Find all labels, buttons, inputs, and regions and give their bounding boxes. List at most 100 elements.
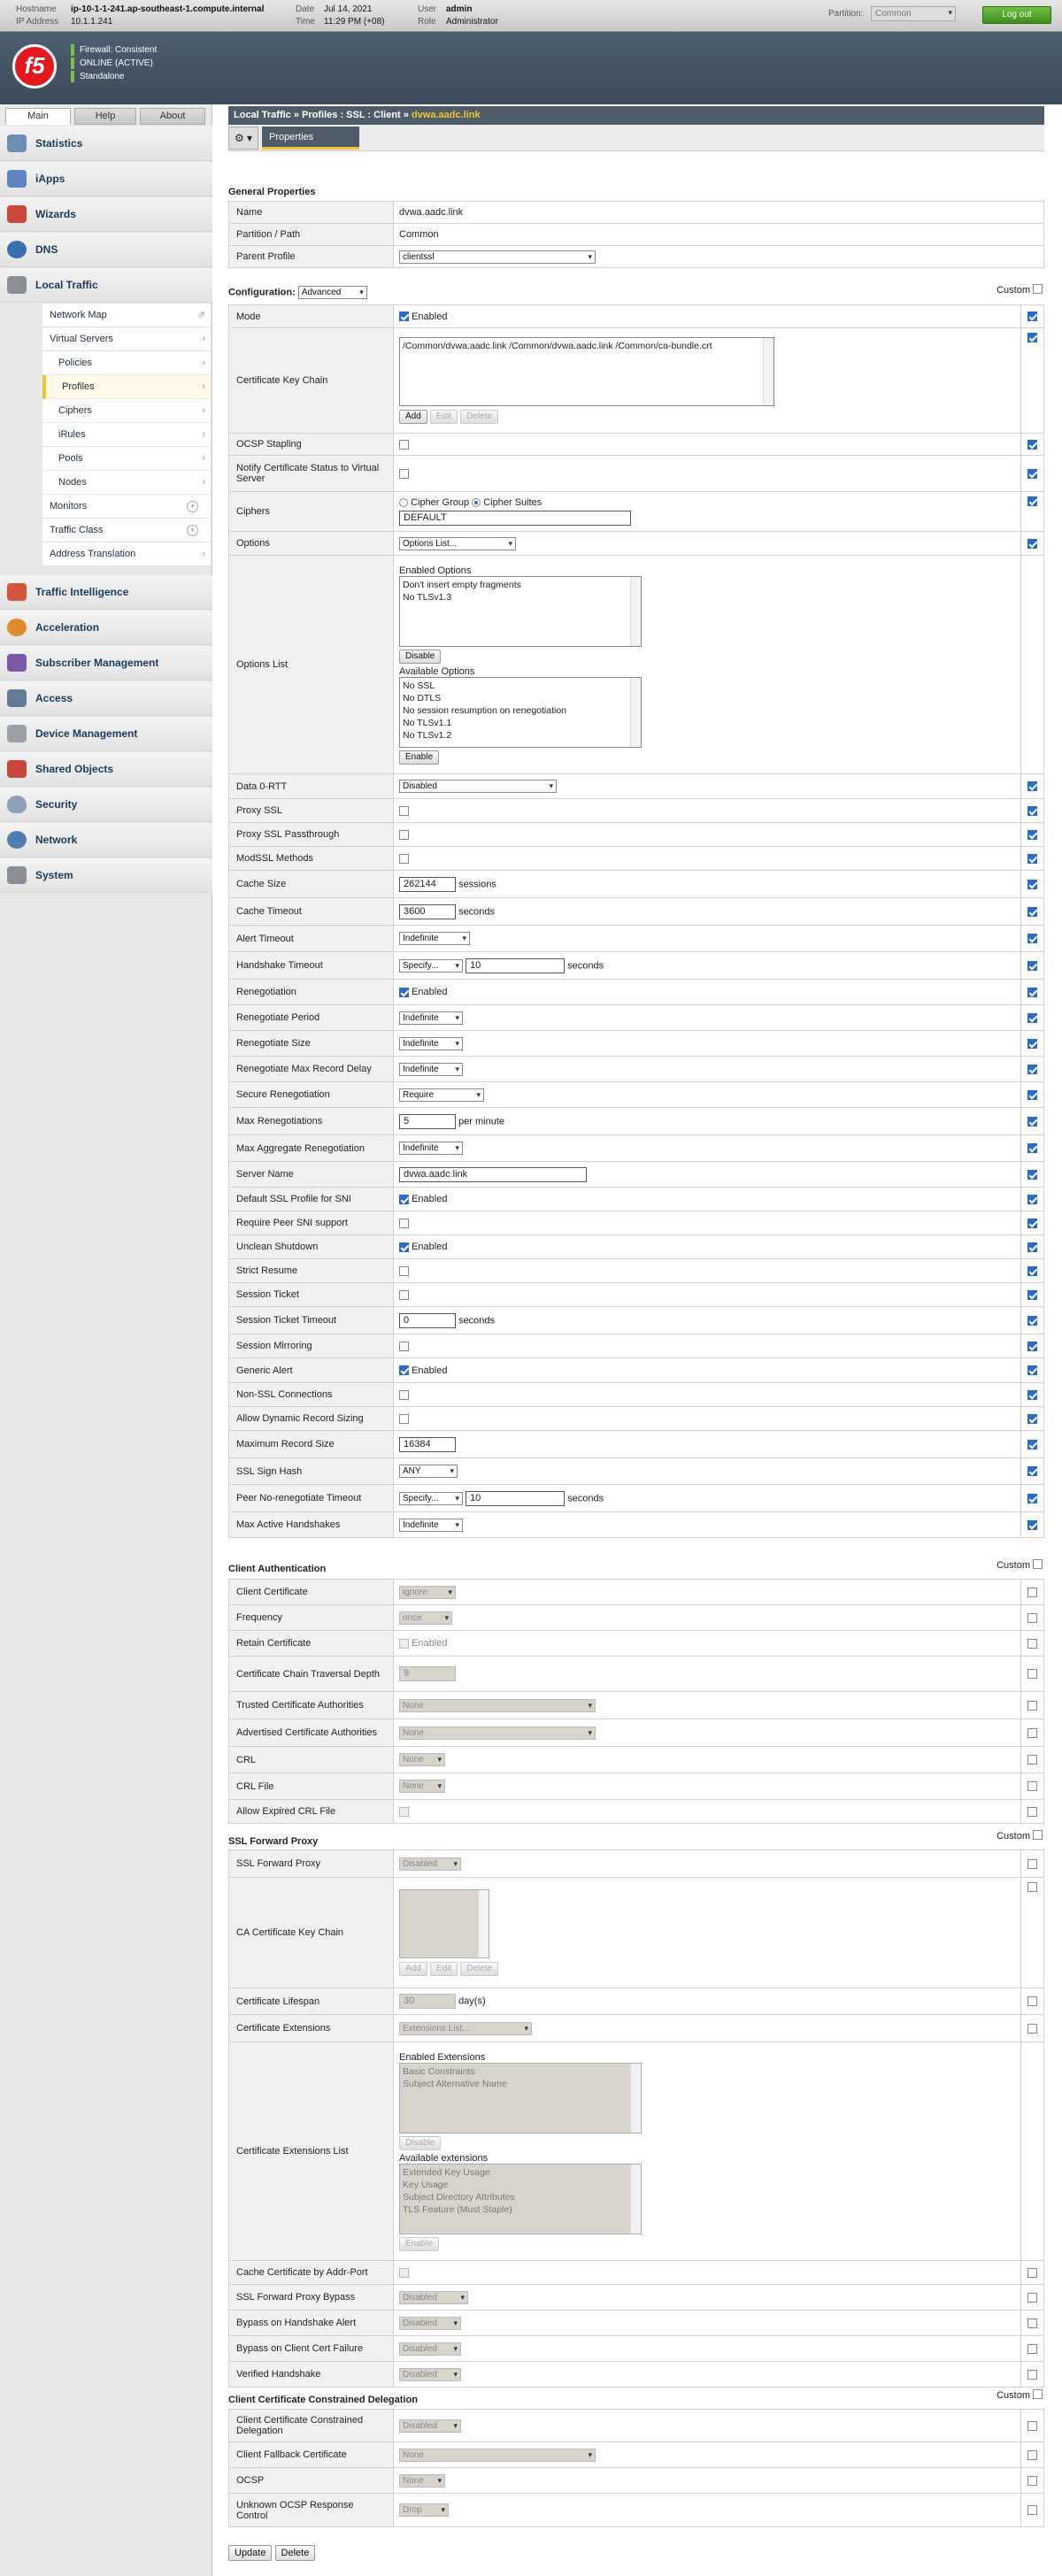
nav-network-map[interactable]: Network Map ⇗ bbox=[42, 304, 211, 327]
crl-file-select[interactable]: None bbox=[399, 1780, 445, 1793]
bypass-alert-custom-checkbox[interactable] bbox=[1027, 2318, 1037, 2328]
logout-button[interactable]: Log out bbox=[982, 6, 1051, 24]
enabled-option-item[interactable]: No TLSv1.3 bbox=[403, 591, 638, 604]
ssl-sign-hash-select[interactable]: ANY bbox=[399, 1465, 458, 1478]
unknown-ocsp-select[interactable]: Drop bbox=[399, 2503, 449, 2517]
nav-traffic-intelligence[interactable]: Traffic Intelligence bbox=[0, 575, 212, 610]
strict-resume-checkbox[interactable] bbox=[399, 1265, 409, 1276]
ocsp-select[interactable]: None bbox=[399, 2473, 445, 2488]
scrollbar[interactable] bbox=[630, 576, 641, 646]
peer-no-renegotiate-custom-checkbox[interactable] bbox=[1027, 1493, 1037, 1503]
nav-monitors[interactable]: Monitors + bbox=[42, 495, 211, 519]
renegotiate-period-select[interactable]: Indefinite bbox=[399, 1011, 463, 1025]
nav-traffic-class[interactable]: Traffic Class + bbox=[42, 519, 211, 542]
mode-custom-checkbox[interactable] bbox=[1027, 311, 1037, 322]
nav-shared-objects[interactable]: Shared Objects bbox=[0, 752, 212, 787]
cache-by-addr-port-checkbox[interactable] bbox=[399, 2267, 409, 2278]
available-extension-item[interactable]: Subject Directory Attributes bbox=[403, 2191, 638, 2203]
unknown-ocsp-custom-checkbox[interactable] bbox=[1027, 2505, 1037, 2516]
available-options-list[interactable]: No SSL No DTLS No session resumption on … bbox=[399, 676, 642, 748]
alert-timeout-select[interactable]: Indefinite bbox=[399, 932, 470, 945]
ca-add-button[interactable]: Add bbox=[399, 1962, 427, 1976]
nav-dns[interactable]: DNS bbox=[0, 233, 212, 267]
handshake-timeout-custom-checkbox[interactable] bbox=[1027, 960, 1037, 971]
renegotiate-period-custom-checkbox[interactable] bbox=[1027, 1012, 1037, 1023]
lifespan-custom-checkbox[interactable] bbox=[1027, 1996, 1037, 2007]
enabled-options-list[interactable]: Don't insert empty fragments No TLSv1.3 bbox=[399, 575, 642, 647]
alert-timeout-custom-checkbox[interactable] bbox=[1027, 934, 1037, 944]
session-ticket-timeout-input[interactable]: 0 bbox=[399, 1312, 456, 1328]
cache-timeout-custom-checkbox[interactable] bbox=[1027, 906, 1037, 917]
max-record-custom-checkbox[interactable] bbox=[1027, 1439, 1037, 1449]
nav-device-management[interactable]: Device Management bbox=[0, 717, 212, 751]
ckc-custom-checkbox[interactable] bbox=[1027, 332, 1037, 342]
scrollbar[interactable] bbox=[630, 2164, 641, 2234]
enabled-extensions-list[interactable]: Basic Constraints Subject Alternative Na… bbox=[399, 2062, 642, 2134]
gear-icon[interactable]: ⚙ ▾ bbox=[228, 127, 258, 150]
retain-certificate-checkbox[interactable] bbox=[399, 1638, 409, 1649]
configuration-mode-select[interactable]: Advanced bbox=[297, 286, 367, 299]
peer-no-renegotiate-select[interactable]: Specify... bbox=[399, 1491, 463, 1505]
unclean-shutdown-checkbox[interactable] bbox=[399, 1242, 409, 1252]
proxy-ssl-checkbox[interactable] bbox=[399, 805, 409, 816]
renegotiate-size-custom-checkbox[interactable] bbox=[1027, 1038, 1037, 1049]
custom-all-checkbox[interactable] bbox=[1033, 2389, 1043, 2399]
frequency-custom-checkbox[interactable] bbox=[1027, 1612, 1037, 1623]
ca-delete-button[interactable]: Delete bbox=[460, 1962, 499, 1976]
verified-custom-checkbox[interactable] bbox=[1027, 2369, 1037, 2380]
tab-about[interactable]: About bbox=[140, 108, 205, 125]
modssl-custom-checkbox[interactable] bbox=[1027, 853, 1037, 864]
available-option-item[interactable]: No TLSv1.2 bbox=[403, 729, 638, 742]
nav-irules[interactable]: iRules › bbox=[42, 423, 211, 447]
allow-expired-custom-checkbox[interactable] bbox=[1027, 1806, 1037, 1817]
advertised-ca-custom-checkbox[interactable] bbox=[1027, 1727, 1037, 1738]
crl-custom-checkbox[interactable] bbox=[1027, 1755, 1037, 1765]
bypass-handshake-alert-select[interactable]: Disabled bbox=[399, 2316, 461, 2330]
breadcrumb-profiles[interactable]: Profiles : SSL : Client bbox=[302, 110, 401, 120]
dynamic-record-sizing-checkbox[interactable] bbox=[399, 1413, 409, 1424]
verified-handshake-select[interactable]: Disabled bbox=[399, 2367, 461, 2381]
peer-no-renegotiate-input[interactable]: 10 bbox=[466, 1490, 566, 1506]
renegotiation-checkbox[interactable] bbox=[399, 987, 409, 997]
client-certificate-custom-checkbox[interactable] bbox=[1027, 1587, 1037, 1597]
extensions-custom-checkbox[interactable] bbox=[1027, 2023, 1037, 2034]
nav-iapps[interactable]: iApps bbox=[0, 162, 212, 196]
available-extension-item[interactable]: Extended Key Usage bbox=[403, 2166, 638, 2179]
delete-button[interactable]: Delete bbox=[274, 2545, 316, 2561]
data-0rtt-custom-checkbox[interactable] bbox=[1027, 781, 1037, 792]
custom-all-checkbox[interactable] bbox=[1033, 1559, 1043, 1569]
nav-profiles[interactable]: Profiles › bbox=[42, 375, 211, 399]
update-button[interactable]: Update bbox=[228, 2545, 273, 2561]
cert-key-chain-entry[interactable]: /Common/dvwa.aadc.link /Common/dvwa.aadc… bbox=[403, 341, 712, 351]
nav-wizards[interactable]: Wizards bbox=[0, 197, 212, 232]
max-active-handshakes-select[interactable]: Indefinite bbox=[399, 1518, 463, 1532]
cache-size-input[interactable]: 262144 bbox=[399, 876, 456, 892]
ocsp-custom-checkbox[interactable] bbox=[1027, 439, 1037, 450]
nav-system[interactable]: System bbox=[0, 858, 212, 893]
bypass-custom-checkbox[interactable] bbox=[1027, 2292, 1037, 2303]
nav-subscriber-management[interactable]: Subscriber Management bbox=[0, 646, 212, 681]
ccd-select[interactable]: Disabled bbox=[399, 2418, 461, 2433]
modssl-methods-checkbox[interactable] bbox=[399, 853, 409, 864]
enabled-extension-item[interactable]: Basic Constraints bbox=[403, 2065, 638, 2078]
chain-depth-input[interactable]: 9 bbox=[399, 1666, 456, 1681]
ssl-sign-hash-custom-checkbox[interactable] bbox=[1027, 1466, 1037, 1477]
available-extensions-list[interactable]: Extended Key Usage Key Usage Subject Dir… bbox=[399, 2163, 642, 2234]
nav-acceleration[interactable]: Acceleration bbox=[0, 611, 212, 645]
non-ssl-connections-checkbox[interactable] bbox=[399, 1389, 409, 1400]
nav-network[interactable]: Network bbox=[0, 823, 212, 857]
nav-nodes[interactable]: Nodes › bbox=[42, 471, 211, 495]
available-option-item[interactable]: No SSL bbox=[403, 680, 638, 692]
client-certificate-select[interactable]: ignore bbox=[399, 1585, 456, 1599]
cert-key-chain-list[interactable]: /Common/dvwa.aadc.link /Common/dvwa.aadc… bbox=[399, 337, 774, 406]
nav-ciphers[interactable]: Ciphers › bbox=[42, 399, 211, 423]
nav-pools[interactable]: Pools › bbox=[42, 447, 211, 471]
max-record-size-input[interactable]: 16384 bbox=[399, 1436, 456, 1452]
parent-profile-select[interactable]: clientssl bbox=[399, 250, 596, 264]
max-aggregate-custom-checkbox[interactable] bbox=[1027, 1143, 1037, 1154]
cipher-group-radio[interactable] bbox=[399, 498, 408, 508]
enabled-extension-item[interactable]: Subject Alternative Name bbox=[403, 2078, 638, 2090]
custom-all-checkbox[interactable] bbox=[1033, 1830, 1043, 1840]
dynamic-record-custom-checkbox[interactable] bbox=[1027, 1413, 1037, 1424]
proxy-ssl-passthrough-checkbox[interactable] bbox=[399, 829, 409, 840]
